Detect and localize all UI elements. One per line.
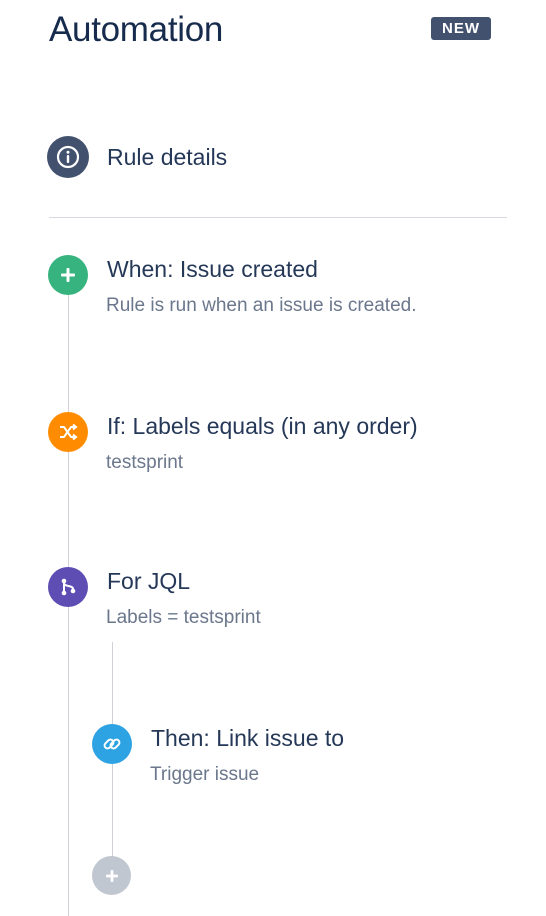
new-badge: NEW	[431, 17, 491, 40]
trigger-heading: When: Issue created	[107, 256, 318, 282]
branch-component[interactable]: For JQL Labels = testsprint	[48, 567, 498, 647]
action-heading: Then: Link issue to	[151, 725, 345, 751]
plus-icon	[48, 255, 88, 295]
condition-heading: If: Labels equals (in any order)	[107, 413, 418, 439]
action-description: Trigger issue	[150, 764, 260, 785]
shuffle-icon	[48, 412, 88, 452]
divider	[49, 217, 507, 218]
branch-heading: For JQL	[107, 568, 191, 594]
page-title: Automation	[49, 10, 224, 49]
branch-description: Labels = testsprint	[106, 607, 261, 628]
trigger-description: Rule is run when an issue is created.	[106, 295, 417, 316]
automation-panel: Automation NEW Rule details When: Issue …	[0, 0, 546, 916]
plus-icon	[92, 856, 131, 895]
trigger-component[interactable]: When: Issue created Rule is run when an …	[48, 255, 498, 335]
branch-icon	[48, 567, 88, 607]
rule-details-label: Rule details	[107, 143, 228, 170]
add-component-button[interactable]	[92, 856, 131, 895]
condition-description: testsprint	[106, 452, 184, 473]
condition-component[interactable]: If: Labels equals (in any order) testspr…	[48, 412, 498, 492]
rule-details-item[interactable]: Rule details	[47, 136, 227, 178]
action-component[interactable]: Then: Link issue to Trigger issue	[92, 724, 512, 804]
link-icon	[92, 724, 132, 764]
info-icon	[47, 136, 89, 178]
